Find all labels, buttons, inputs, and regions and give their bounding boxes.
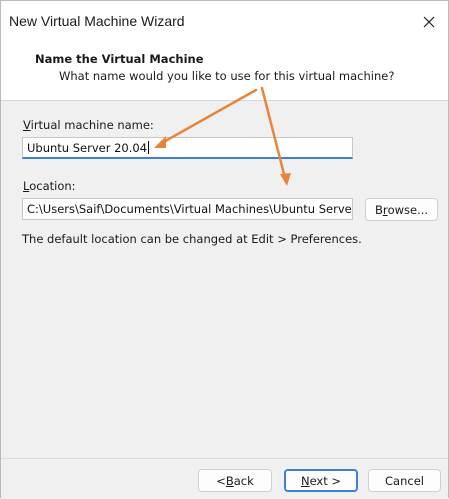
vm-name-label: Virtual machine name:	[23, 118, 154, 132]
vm-name-value: Ubuntu Server 20.04	[27, 141, 148, 155]
location-hint: The default location can be changed at E…	[22, 232, 362, 246]
close-icon	[423, 16, 435, 28]
text-caret	[148, 141, 150, 154]
wizard-window: New Virtual Machine Wizard Name the Virt…	[0, 0, 449, 499]
wizard-footer: < Back Next > Cancel	[1, 458, 448, 499]
next-label-post: ext >	[309, 473, 342, 488]
header-subtitle: What name would you like to use for this…	[59, 69, 395, 83]
vm-name-field[interactable]: Ubuntu Server 20.04	[22, 137, 353, 159]
next-button[interactable]: Next >	[284, 469, 358, 492]
header-title: Name the Virtual Machine	[35, 52, 204, 66]
wizard-header: Name the Virtual Machine What name would…	[1, 44, 448, 101]
browse-label-pre: B	[374, 202, 383, 217]
cancel-button[interactable]: Cancel	[368, 469, 441, 492]
location-label-text: ocation:	[29, 179, 76, 193]
back-label-pre: <	[216, 473, 226, 488]
location-value: C:\Users\Saif\Documents\Virtual Machines…	[27, 202, 353, 216]
back-label-post: ack	[233, 473, 254, 488]
vm-name-label-access-key: V	[23, 118, 31, 132]
browse-label-post: owse...	[387, 202, 429, 217]
browse-button[interactable]: Br owse...	[365, 198, 438, 221]
next-label-access-key: N	[300, 473, 310, 488]
close-button[interactable]	[414, 7, 444, 37]
back-button[interactable]: < Back	[198, 469, 272, 492]
back-label-access-key: B	[225, 473, 234, 488]
vm-name-label-text: irtual machine name:	[30, 118, 154, 132]
window-title: New Virtual Machine Wizard	[9, 13, 185, 29]
title-bar: New Virtual Machine Wizard	[1, 1, 448, 44]
location-field[interactable]: C:\Users\Saif\Documents\Virtual Machines…	[22, 198, 353, 220]
location-label: Location:	[23, 179, 76, 193]
